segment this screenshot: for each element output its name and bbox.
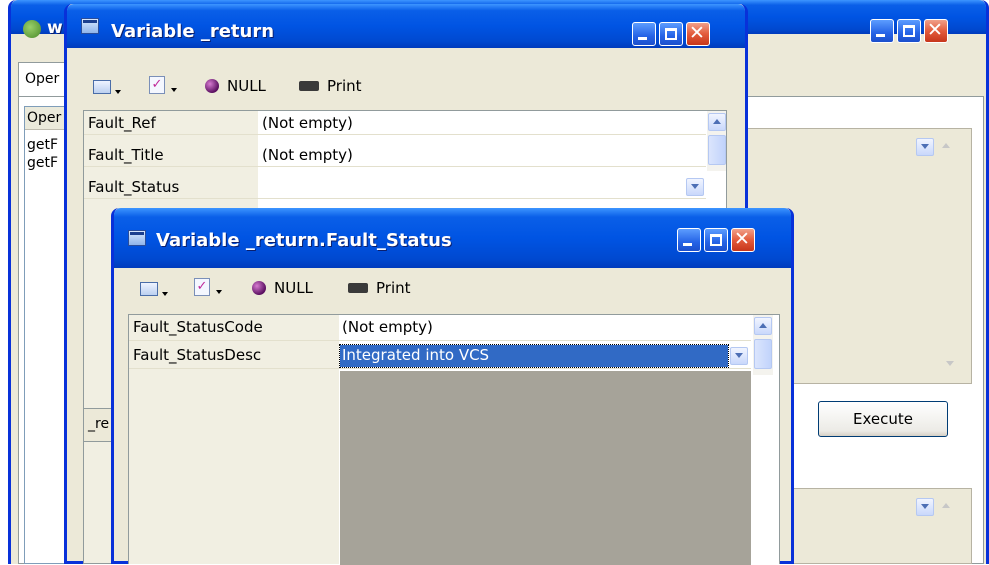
close-button[interactable]: ✕ [731, 228, 755, 252]
print-label: Print [327, 77, 362, 95]
close-icon: ✕ [734, 228, 750, 250]
null-label: NULL [227, 77, 266, 95]
minimize-icon [638, 37, 647, 40]
chevron-down-icon [735, 353, 743, 358]
chevron-down-icon [691, 184, 699, 189]
chevron-up-icon [942, 143, 950, 148]
vertical-scrollbar[interactable] [753, 315, 773, 375]
minimize-button[interactable] [677, 228, 701, 252]
tab-operation-label: Oper [25, 71, 60, 87]
tab-operation[interactable]: Oper [18, 62, 70, 96]
close-icon: ✕ [689, 22, 705, 44]
property-name: Fault_Title [88, 146, 164, 164]
empty-grid-area [340, 371, 751, 565]
table-row[interactable]: Fault_StatusCode (Not empty) [129, 315, 751, 341]
property-value: (Not empty) [342, 318, 433, 336]
close-icon: ✕ [927, 19, 943, 41]
property-name: Fault_Status [88, 178, 180, 196]
check-dropdown[interactable]: ✓ [149, 76, 181, 98]
dropdown-button[interactable] [916, 138, 934, 156]
maximize-button[interactable] [704, 228, 728, 252]
maximize-icon [665, 28, 677, 40]
chevron-down-icon [921, 144, 929, 149]
list-item[interactable]: getF [27, 137, 58, 153]
minimize-button[interactable] [870, 19, 894, 43]
check-dropdown[interactable]: ✓ [194, 278, 226, 300]
dropdown-arrow-icon [171, 88, 177, 92]
chevron-down-icon [921, 504, 929, 509]
execute-button[interactable]: Execute [818, 401, 948, 437]
operations-list-header-label: Oper [27, 110, 62, 126]
window-icon [128, 230, 146, 246]
value-dropdown-button[interactable] [686, 178, 704, 196]
checklist-icon: ✓ [194, 278, 210, 296]
minimize-button[interactable] [632, 22, 656, 46]
property-value: (Not empty) [262, 146, 353, 164]
grid-view-dropdown[interactable] [140, 280, 170, 300]
variable-return-title: Variable _return [111, 21, 275, 42]
property-grid: Fault_StatusCode (Not empty) Fault_Statu… [128, 314, 780, 565]
scrollbar-thumb[interactable] [754, 339, 772, 369]
maximize-button[interactable] [897, 19, 921, 43]
maximize-icon [903, 25, 915, 37]
table-row[interactable]: Fault_Title (Not empty) [84, 143, 706, 167]
bottom-tab-label: _re [88, 416, 110, 432]
chevron-up-icon [942, 503, 950, 508]
minimize-icon [876, 34, 885, 37]
chevron-up-icon [713, 119, 721, 124]
chevron-down-icon [946, 361, 954, 366]
fault-status-title: Variable _return.Fault_Status [156, 230, 452, 251]
background-window-title: w [47, 18, 63, 38]
property-name: Fault_StatusCode [133, 318, 263, 336]
app-icon [23, 20, 41, 38]
scrollbar-thumb[interactable] [708, 135, 726, 165]
grid-view-dropdown[interactable] [93, 78, 123, 98]
print-label: Print [376, 279, 411, 297]
checklist-icon: ✓ [149, 76, 165, 94]
result-dropdown-button[interactable] [916, 498, 934, 516]
maximize-button[interactable] [659, 22, 683, 46]
result-scroll-up-button[interactable] [938, 498, 956, 516]
grid-icon [93, 80, 111, 94]
close-button[interactable]: ✕ [924, 19, 948, 43]
property-value: Integrated into VCS [342, 346, 490, 364]
vertical-scrollbar[interactable] [707, 111, 726, 171]
print-button[interactable]: Print [299, 76, 369, 98]
table-row[interactable]: Fault_StatusDesc Integrated into VCS [129, 343, 751, 369]
table-row[interactable]: Fault_Status [84, 175, 706, 199]
property-name: Fault_StatusDesc [133, 346, 262, 364]
minimize-icon [683, 243, 692, 246]
maximize-icon [710, 234, 722, 246]
table-row[interactable]: Fault_Ref (Not empty) [84, 111, 706, 135]
null-label: NULL [274, 279, 313, 297]
value-dropdown-button[interactable] [730, 347, 748, 365]
close-button[interactable]: ✕ [686, 22, 710, 46]
dropdown-arrow-icon [115, 90, 121, 94]
fault-status-window: Variable _return.Fault_Status ✕ ✓ NULL P… [111, 208, 794, 565]
dropdown-arrow-icon [216, 290, 222, 294]
list-item[interactable]: getF [27, 155, 58, 171]
scroll-up-button[interactable] [754, 317, 772, 335]
printer-icon [299, 81, 319, 91]
null-icon [205, 79, 219, 93]
dropdown-arrow-icon [162, 292, 168, 296]
scroll-down-button[interactable] [942, 356, 960, 374]
execute-button-label: Execute [853, 410, 913, 428]
selected-value-cell[interactable]: Integrated into VCS [339, 344, 729, 368]
scroll-up-button[interactable] [708, 113, 726, 131]
property-value: (Not empty) [262, 114, 353, 132]
grid-icon [140, 282, 158, 296]
property-name: Fault_Ref [88, 114, 156, 132]
printer-icon [348, 283, 368, 293]
null-icon [252, 281, 266, 295]
scroll-up-button[interactable] [938, 138, 956, 156]
window-icon [81, 18, 99, 34]
chevron-up-icon [759, 323, 767, 328]
null-button[interactable]: NULL [205, 76, 275, 98]
null-button[interactable]: NULL [252, 278, 322, 300]
print-button[interactable]: Print [348, 278, 418, 300]
